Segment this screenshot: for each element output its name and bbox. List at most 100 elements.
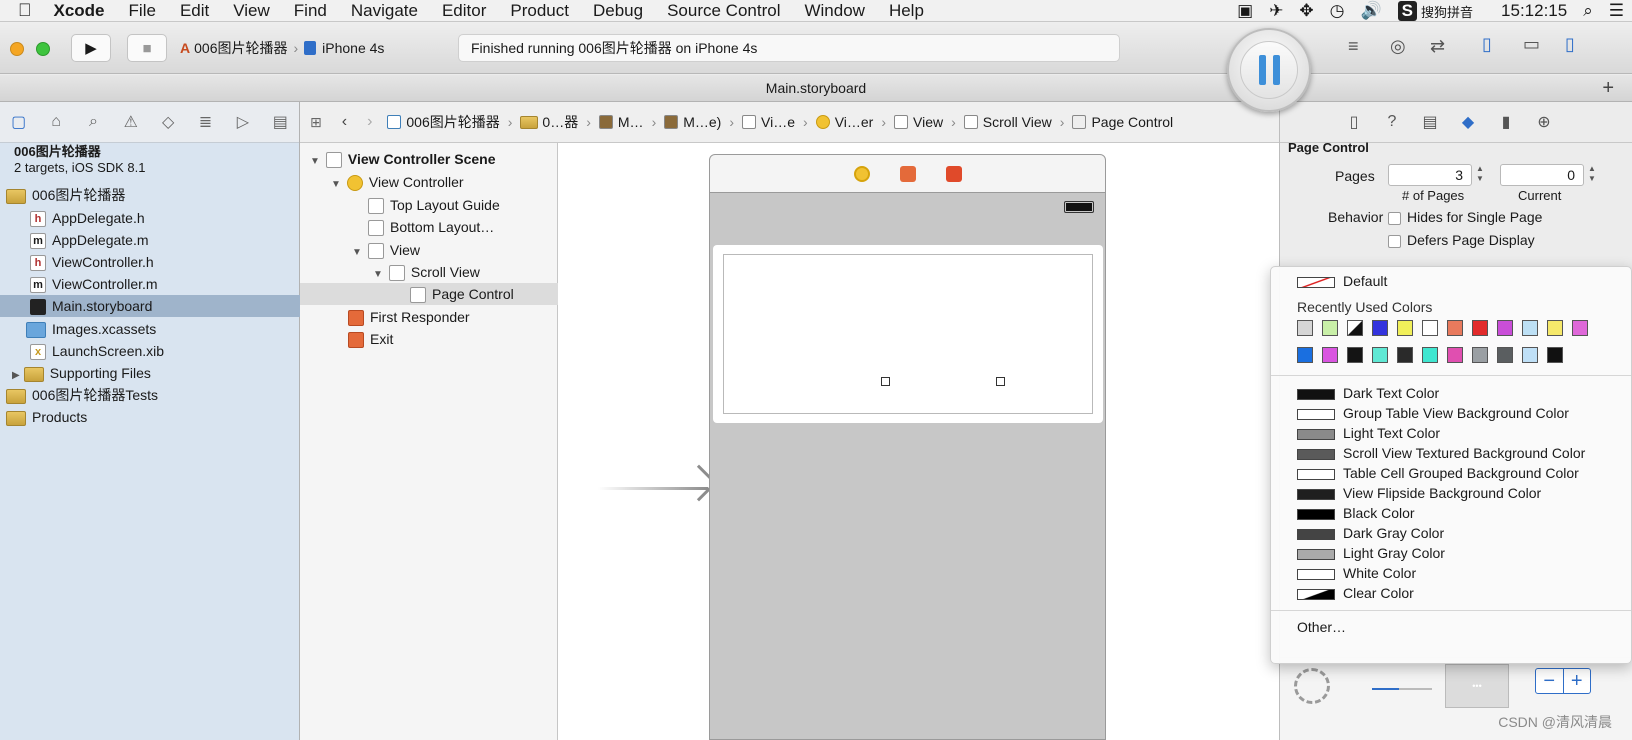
- pages-stepper[interactable]: ▲ ▼: [1474, 164, 1486, 186]
- view-controller-view[interactable]: [709, 193, 1106, 740]
- recent-color-swatch[interactable]: [1497, 320, 1513, 336]
- apple-menu-icon[interactable]: : [0, 0, 42, 21]
- recent-color-swatch[interactable]: [1422, 320, 1438, 336]
- ime-label[interactable]: 搜狗拼音: [1421, 2, 1473, 21]
- disclosure-triangle-icon[interactable]: ▼: [352, 247, 362, 258]
- menu-file[interactable]: File: [117, 0, 168, 22]
- clock[interactable]: 15:12:15: [1501, 1, 1567, 21]
- recent-color-swatch[interactable]: [1522, 347, 1538, 363]
- view-controller-icon[interactable]: [853, 165, 870, 182]
- storyboard-canvas[interactable]: [558, 143, 1279, 740]
- stepper-library-icon[interactable]: − +: [1535, 668, 1591, 694]
- activity-indicator-icon[interactable]: [1294, 668, 1330, 704]
- report-navigator-icon[interactable]: ▤: [262, 112, 299, 132]
- recent-color-swatch[interactable]: [1497, 347, 1513, 363]
- defers-checkbox[interactable]: [1388, 234, 1401, 248]
- named-color-item[interactable]: White Color: [1297, 563, 1416, 583]
- utilities-toggle-icon[interactable]: ▯: [1565, 34, 1575, 55]
- outline-item[interactable]: ▼ View Controller: [331, 171, 558, 193]
- progress-view-icon[interactable]: [1372, 688, 1432, 690]
- test-navigator-icon[interactable]: ◇: [150, 112, 187, 132]
- outline-item[interactable]: Bottom Layout…: [368, 216, 558, 238]
- named-color-item[interactable]: Scroll View Textured Background Color: [1297, 443, 1585, 463]
- back-icon[interactable]: ‹: [332, 113, 357, 131]
- named-color-item[interactable]: View Flipside Background Color: [1297, 483, 1541, 503]
- list-item[interactable]: m AppDelegate.m: [0, 229, 300, 251]
- current-stepper[interactable]: ▲ ▼: [1586, 164, 1598, 186]
- menu-help[interactable]: Help: [877, 0, 936, 22]
- outline-item[interactable]: Top Layout Guide: [368, 194, 558, 216]
- named-color-item[interactable]: Black Color: [1297, 503, 1415, 523]
- forward-icon[interactable]: ›: [357, 113, 382, 131]
- recent-color-swatch[interactable]: [1522, 320, 1538, 336]
- ime-icon[interactable]: S: [1397, 1, 1418, 21]
- menu-view[interactable]: View: [221, 0, 282, 22]
- menu-navigate[interactable]: Navigate: [339, 0, 430, 22]
- project-row[interactable]: 006图片轮播器 2 targets, iOS SDK 8.1: [0, 144, 300, 182]
- recent-color-swatch[interactable]: [1372, 347, 1388, 363]
- outline-item[interactable]: Page Control: [300, 283, 558, 305]
- other-color-item[interactable]: Other…: [1297, 617, 1346, 637]
- menu-editor[interactable]: Editor: [430, 0, 498, 22]
- recent-color-swatch[interactable]: [1447, 347, 1463, 363]
- file-inspector-icon[interactable]: ▯: [1335, 112, 1373, 132]
- breadcrumb-view-controller[interactable]: Vi…er: [811, 114, 879, 130]
- disclosure-triangle-icon[interactable]: ▼: [373, 269, 383, 280]
- named-color-item[interactable]: Group Table View Background Color: [1297, 403, 1569, 423]
- quick-help-icon[interactable]: ?: [1373, 113, 1411, 131]
- named-color-item[interactable]: Dark Text Color: [1297, 383, 1439, 403]
- list-item[interactable]: m ViewController.m: [0, 273, 300, 295]
- related-items-icon[interactable]: ⊞: [300, 114, 332, 131]
- disclosure-triangle-icon[interactable]: ▼: [310, 156, 320, 167]
- time-machine-icon[interactable]: ◷: [1330, 1, 1345, 21]
- disclosure-triangle-icon[interactable]: ▼: [331, 179, 341, 190]
- menu-edit[interactable]: Edit: [168, 0, 221, 22]
- zoom-window-button[interactable]: [36, 42, 50, 56]
- disclosure-triangle-icon[interactable]: ▶: [12, 370, 20, 381]
- recent-color-swatch[interactable]: [1422, 347, 1438, 363]
- outline-item[interactable]: ▼ Scroll View: [373, 261, 558, 283]
- recent-color-swatch[interactable]: [1397, 320, 1413, 336]
- issue-navigator-icon[interactable]: ⚠: [112, 112, 149, 132]
- recent-color-swatch[interactable]: [1547, 347, 1563, 363]
- current-field[interactable]: 0: [1500, 164, 1584, 186]
- breadcrumb-storyboard[interactable]: M…: [594, 114, 649, 130]
- menu-debug[interactable]: Debug: [581, 0, 655, 22]
- outline-item[interactable]: First Responder: [348, 306, 558, 328]
- recent-color-swatch[interactable]: [1297, 320, 1313, 336]
- list-item[interactable]: Main.storyboard: [0, 295, 300, 317]
- stop-button[interactable]: ■: [127, 34, 167, 62]
- outline-item[interactable]: ▼ View Controller Scene: [310, 148, 558, 170]
- identity-inspector-icon[interactable]: ▤: [1411, 112, 1449, 132]
- recent-color-swatch[interactable]: [1347, 347, 1363, 363]
- scheme-selector[interactable]: A 006图片轮播器 › iPhone 4s: [180, 34, 384, 62]
- pages-field[interactable]: 3: [1388, 164, 1472, 186]
- notification-center-icon[interactable]: ☰: [1609, 1, 1624, 21]
- app-menu[interactable]: Xcode: [42, 0, 117, 22]
- defers-checkbox-row[interactable]: Defers Page Display: [1388, 232, 1535, 248]
- symbol-navigator-icon[interactable]: ⌂: [37, 113, 74, 131]
- list-item[interactable]: 006图片轮播器: [0, 184, 300, 206]
- list-item[interactable]: x LaunchScreen.xib: [0, 340, 300, 362]
- pause-button[interactable]: [1227, 28, 1311, 112]
- volume-icon[interactable]: 🔊: [1361, 1, 1382, 21]
- named-color-item[interactable]: Light Text Color: [1297, 423, 1440, 443]
- page-control-library-icon[interactable]: •••: [1445, 664, 1509, 708]
- hides-checkbox-row[interactable]: Hides for Single Page: [1388, 209, 1542, 225]
- attributes-inspector-icon[interactable]: ◆: [1449, 112, 1487, 132]
- menu-product[interactable]: Product: [498, 0, 581, 22]
- breadcrumb-page-control[interactable]: Page Control: [1067, 114, 1178, 130]
- menu-find[interactable]: Find: [282, 0, 339, 22]
- outline-item[interactable]: ▼ View: [352, 239, 558, 261]
- debug-navigator-icon[interactable]: ≣: [187, 112, 224, 132]
- breadcrumb-storyboard-base[interactable]: M…e): [659, 114, 726, 130]
- scene-dock[interactable]: [709, 154, 1106, 193]
- named-color-item[interactable]: Dark Gray Color: [1297, 523, 1444, 543]
- breakpoint-navigator-icon[interactable]: ▷: [224, 112, 261, 132]
- breadcrumb-scene[interactable]: Vi…e: [737, 114, 800, 130]
- list-item[interactable]: 006图片轮播器Tests: [0, 384, 300, 406]
- list-item[interactable]: Images.xcassets: [0, 318, 300, 340]
- breadcrumb-scroll-view[interactable]: Scroll View: [959, 114, 1057, 130]
- find-navigator-icon[interactable]: ⌕: [75, 113, 112, 131]
- exit-icon[interactable]: [945, 165, 962, 182]
